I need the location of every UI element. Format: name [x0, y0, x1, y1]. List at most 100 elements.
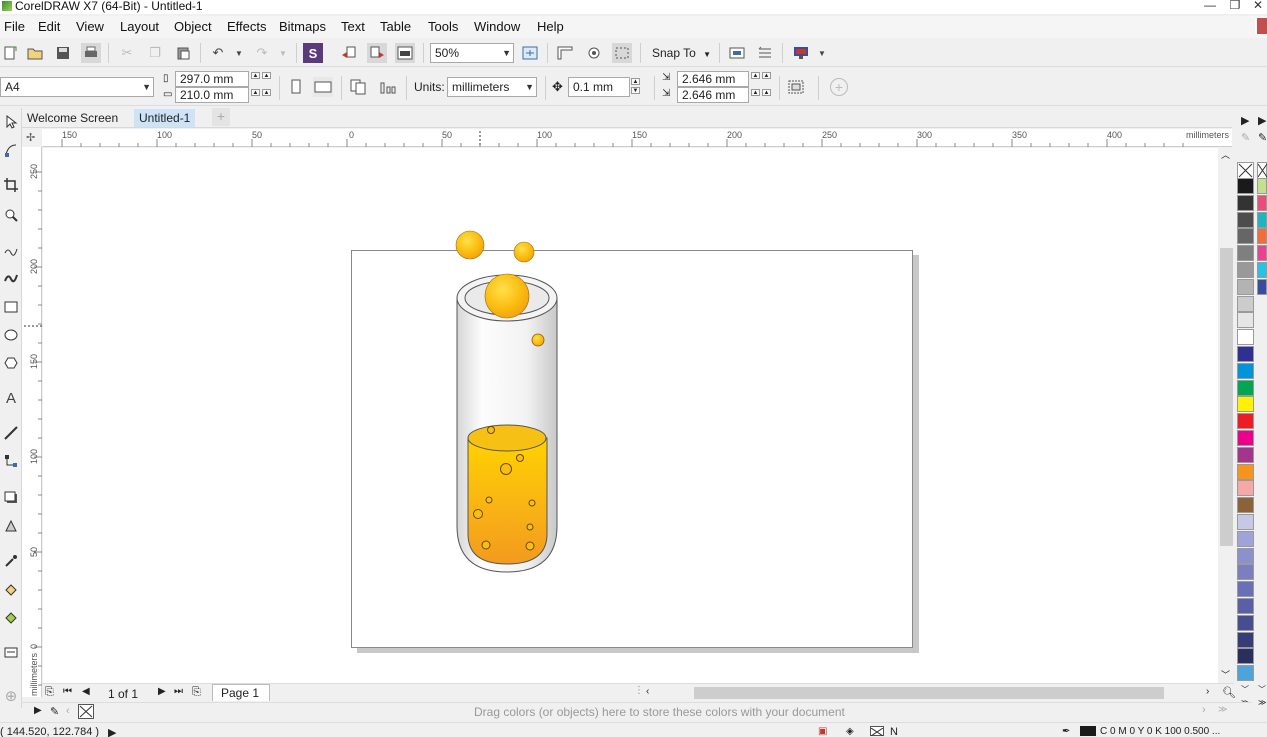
menu-table[interactable]: Table — [380, 19, 411, 34]
no-color-swatch-2[interactable] — [1257, 162, 1267, 179]
current-page-icon[interactable] — [378, 77, 398, 97]
tab-welcome-screen[interactable]: Welcome Screen — [22, 109, 123, 127]
application-launcher-icon[interactable] — [755, 43, 775, 63]
duplicate-x-decrease[interactable]: ▲ — [762, 72, 771, 79]
vertical-ruler[interactable]: 250 200 150 100 50 0 millimeters — [22, 147, 42, 697]
add-icon[interactable]: + — [830, 78, 848, 96]
menu-help[interactable]: Help — [537, 19, 564, 34]
transparency-tool-icon[interactable] — [1, 516, 21, 536]
publish-pdf-icon[interactable] — [395, 43, 415, 63]
interactive-fill-tool-icon[interactable] — [1, 579, 21, 599]
doc-palette-expand-icon[interactable]: ≫ — [1218, 704, 1227, 715]
first-page-icon[interactable]: ⏮ — [63, 686, 72, 697]
scroll-up-icon[interactable]: ︿ — [1221, 148, 1230, 161]
treat-as-filled-icon[interactable] — [786, 77, 806, 97]
horizontal-ruler[interactable]: 150 100 50 0 50 100 150 200 250 300 350 … — [42, 129, 1232, 147]
palette-scroll-down-icon[interactable]: ﹀ — [1241, 684, 1249, 695]
color-swatch[interactable] — [1237, 211, 1254, 228]
ruler-origin-icon[interactable]: ✢ — [26, 131, 35, 144]
color-swatch[interactable] — [1237, 480, 1254, 497]
page-width-decrease[interactable]: ▲ — [262, 72, 271, 79]
units-select[interactable]: millimeters ▼ — [447, 77, 537, 97]
color-swatch[interactable] — [1237, 446, 1254, 463]
minimize-button[interactable]: — — [1198, 0, 1222, 12]
rectangle-tool-icon[interactable] — [1, 297, 21, 317]
color-swatch[interactable] — [1237, 278, 1254, 295]
parallel-dimension-tool-icon[interactable] — [1, 423, 21, 443]
color-swatch[interactable] — [1237, 346, 1254, 362]
palette-menu-icon[interactable]: ▶ — [34, 705, 42, 716]
duplicate-y-increase[interactable]: ▲ — [751, 89, 760, 96]
connector-tool-icon[interactable] — [1, 451, 21, 471]
color-swatch[interactable] — [1257, 211, 1267, 228]
color-swatch[interactable] — [1257, 278, 1267, 295]
palette-scroll-left-icon[interactable]: ‹ — [66, 705, 70, 717]
color-swatch[interactable] — [1237, 228, 1254, 245]
menu-text[interactable]: Text — [341, 19, 365, 34]
page-size-select[interactable]: A4 ▼ — [0, 77, 154, 97]
previous-page-icon[interactable]: ◀ — [82, 686, 90, 697]
nudge-decrease[interactable]: ▼ — [631, 87, 640, 94]
duplicate-y-field[interactable]: 2.646 mm — [677, 87, 749, 103]
menu-layout[interactable]: Layout — [120, 19, 159, 34]
open-folder-icon[interactable] — [25, 43, 45, 63]
add-tool-icon[interactable]: ⊕ — [1, 686, 21, 706]
page-width-increase[interactable]: ▲ — [251, 72, 260, 79]
panel-toggle-icon[interactable] — [1255, 18, 1267, 34]
scroll-down-icon[interactable]: ﹀ — [1221, 668, 1230, 681]
toolbar-options-chevron-icon[interactable]: ▼ — [812, 43, 832, 63]
add-page-after-icon[interactable]: ⎘ — [192, 686, 201, 699]
vertical-scroll-thumb[interactable] — [1220, 248, 1233, 546]
menu-view[interactable]: View — [76, 19, 104, 34]
menu-bitmaps[interactable]: Bitmaps — [279, 19, 326, 34]
show-grid-icon[interactable] — [584, 43, 604, 63]
add-page-before-icon[interactable]: ⎘ — [45, 686, 54, 699]
eyedropper-palette-icon-2[interactable]: ✎ — [1258, 131, 1267, 144]
pick-tool-icon[interactable] — [1, 112, 21, 132]
page-tab-page-1[interactable]: Page 1 — [212, 684, 271, 701]
color-swatch[interactable] — [1237, 564, 1254, 581]
copy-icon[interactable]: ❐ — [145, 43, 165, 63]
print-icon[interactable] — [81, 43, 101, 63]
save-icon[interactable] — [53, 43, 73, 63]
color-swatch[interactable] — [1237, 598, 1254, 614]
portrait-icon[interactable] — [286, 77, 306, 97]
redo-dropdown-chevron-icon[interactable]: ▼ — [273, 43, 293, 63]
duplicate-x-increase[interactable]: ▲ — [751, 72, 760, 79]
status-play-icon[interactable]: ▶ — [108, 726, 116, 737]
page-height-field[interactable]: 210.0 mm — [175, 87, 249, 103]
freehand-tool-icon[interactable] — [1, 240, 21, 260]
navigator-zoom-icon[interactable]: 🔍︎ — [1222, 686, 1236, 699]
duplicate-x-field[interactable]: 2.646 mm — [677, 71, 749, 87]
shape-tool-icon[interactable] — [1, 140, 21, 160]
menu-effects[interactable]: Effects — [227, 19, 267, 34]
scroll-right-icon[interactable]: › — [1206, 686, 1209, 697]
color-swatch[interactable] — [1237, 262, 1254, 278]
color-swatch[interactable] — [1237, 430, 1254, 446]
smart-fill-tool-icon[interactable] — [1, 607, 21, 627]
zoom-level-select[interactable]: 50% ▼ — [430, 43, 514, 63]
snap-to-dropdown[interactable]: Snap To ▼ — [652, 46, 711, 60]
page-height-increase[interactable]: ▲ — [251, 89, 260, 96]
color-swatch[interactable] — [1237, 329, 1254, 346]
last-page-icon[interactable]: ⏭ — [174, 686, 183, 697]
color-swatch[interactable] — [1237, 631, 1254, 648]
color-swatch[interactable] — [1257, 178, 1267, 194]
vertical-scrollbar[interactable]: ︿ ﹀ — [1218, 148, 1234, 683]
export-icon[interactable] — [367, 43, 387, 63]
no-color-swatch-doc[interactable] — [78, 704, 94, 719]
color-swatch[interactable] — [1237, 379, 1254, 396]
crop-tool-icon[interactable] — [1, 175, 21, 195]
new-document-icon[interactable] — [0, 43, 20, 63]
color-swatch[interactable] — [1237, 530, 1254, 547]
color-swatch[interactable] — [1257, 262, 1267, 278]
color-swatch[interactable] — [1237, 497, 1254, 514]
menu-object[interactable]: Object — [174, 19, 212, 34]
quick-customize-icon[interactable] — [1, 643, 21, 663]
color-proof-icon[interactable]: ▣ — [818, 726, 827, 737]
color-swatch[interactable] — [1237, 295, 1254, 312]
undo-icon[interactable]: ↶ — [208, 43, 228, 63]
eyedropper-icon[interactable]: ✎ — [50, 705, 59, 718]
scroll-left-icon[interactable]: ‹ — [646, 686, 649, 697]
page-height-decrease[interactable]: ▲ — [262, 89, 271, 96]
